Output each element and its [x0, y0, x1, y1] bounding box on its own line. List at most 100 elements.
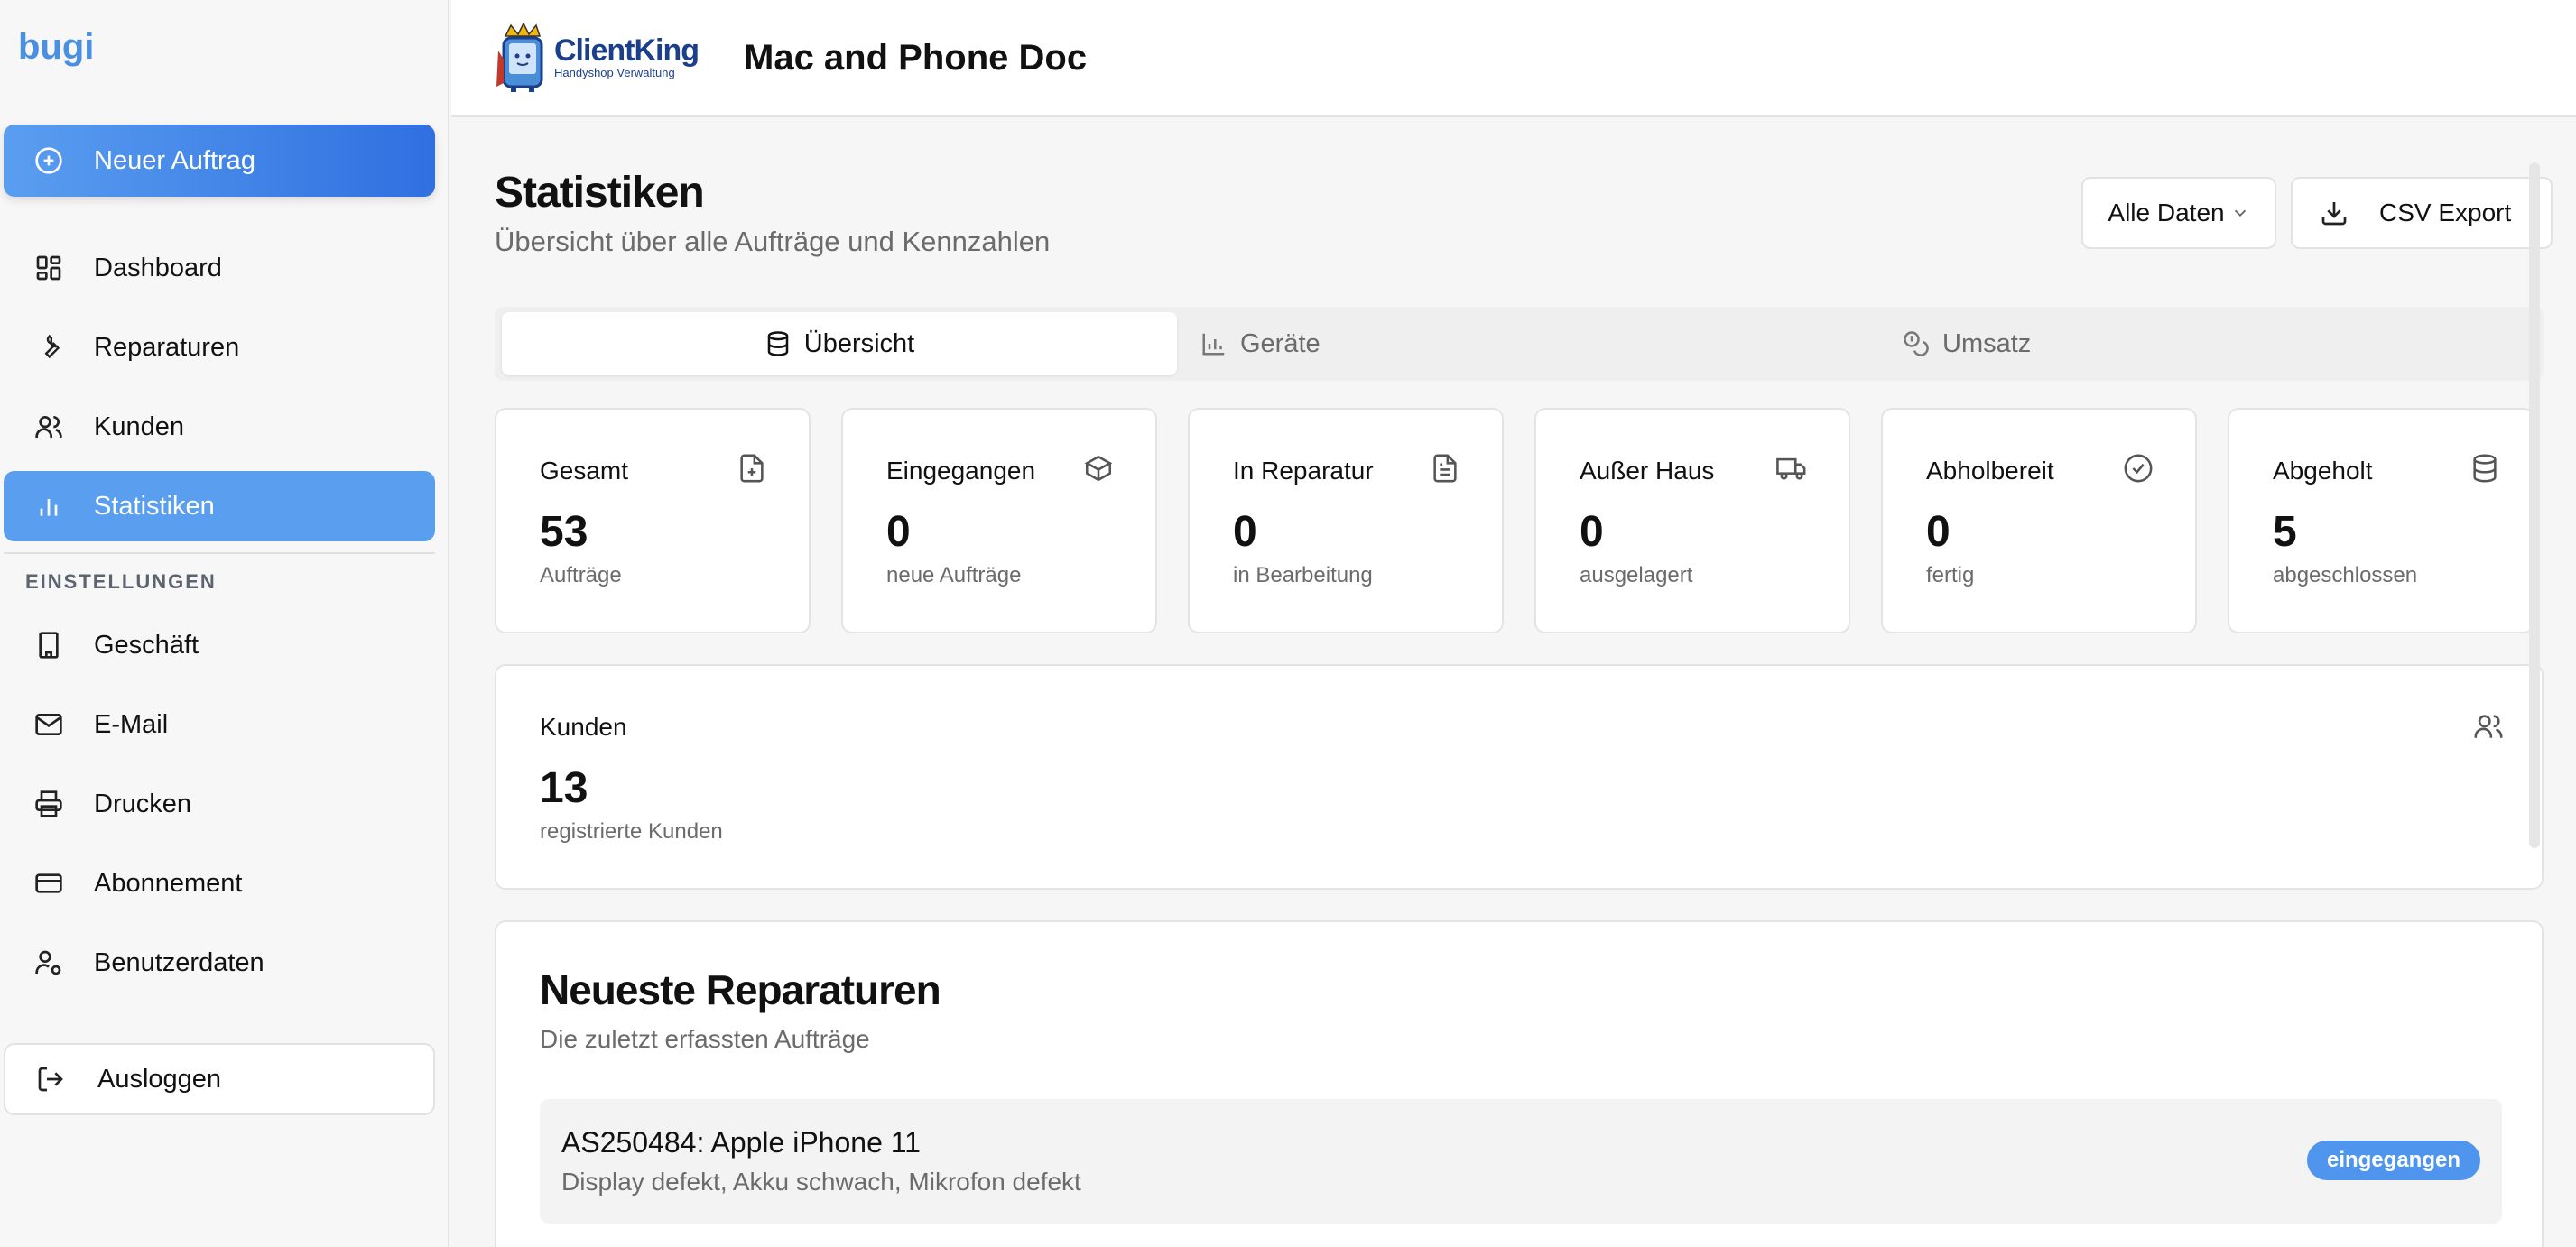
status-badge: eingegangen — [2306, 1141, 2480, 1180]
tab-geraete[interactable]: Geräte — [1181, 312, 1361, 375]
tab-umsatz[interactable]: Umsatz — [1876, 312, 2110, 375]
check-circle-icon — [2123, 453, 2154, 484]
repair-title: AS250484: Apple iPhone 11 — [561, 1126, 921, 1159]
package-icon — [1083, 453, 1114, 484]
stat-card-gesamt: Gesamt 53 Aufträge — [495, 408, 811, 633]
sidebar-item-statistiken[interactable]: Statistiken — [4, 471, 435, 541]
stat-value: 0 — [1580, 508, 1604, 556]
chart-icon — [1200, 330, 1228, 357]
tab-label: Übersicht — [803, 328, 915, 358]
tab-label: Umsatz — [1942, 328, 2032, 358]
top-header: ClientKing Handyshop Verwaltung Mac and … — [451, 0, 2576, 117]
sidebar-item-label: E-Mail — [94, 709, 169, 739]
building-icon — [34, 631, 63, 660]
logout-icon — [36, 1065, 65, 1094]
repair-list-item[interactable]: AS250484: Apple iPhone 11 Display defekt… — [540, 1099, 2502, 1224]
stats-tabs: Übersicht Geräte Umsatz — [495, 307, 2544, 381]
stat-card-eingegangen: Eingegangen 0 neue Aufträge — [841, 408, 1157, 633]
stat-sub: Aufträge — [540, 563, 622, 587]
stat-title: Abholbereit — [1926, 457, 2054, 485]
king-mascot-icon — [496, 23, 543, 92]
stat-sub: fertig — [1926, 563, 1975, 587]
sidebar-item-dashboard[interactable]: Dashboard — [4, 233, 435, 303]
printer-icon — [34, 790, 63, 818]
customers-title: Kunden — [540, 713, 627, 741]
stat-card-abholbereit: Abholbereit 0 fertig — [1881, 408, 2197, 633]
users-icon — [2473, 711, 2504, 742]
mail-icon — [34, 710, 63, 739]
download-icon — [2320, 199, 2349, 227]
stat-sub: in Bearbeitung — [1233, 563, 1373, 587]
customers-sub: registrierte Kunden — [540, 819, 723, 844]
sidebar-item-kunden[interactable]: Kunden — [4, 392, 435, 462]
sidebar-item-label: Abonnement — [94, 868, 243, 898]
wrench-icon — [34, 333, 63, 362]
bar-chart-icon — [34, 492, 63, 521]
users-icon — [34, 412, 63, 441]
sidebar-item-email[interactable]: E-Mail — [4, 689, 435, 760]
credit-card-icon — [34, 869, 63, 898]
file-text-icon — [1430, 453, 1460, 484]
page-title: Statistiken — [495, 169, 705, 217]
sidebar-item-drucken[interactable]: Drucken — [4, 769, 435, 839]
stat-title: Abgeholt — [2273, 457, 2373, 485]
stat-title: Außer Haus — [1580, 457, 1715, 485]
sidebar-item-label: Reparaturen — [94, 332, 240, 362]
shop-name: Mac and Phone Doc — [744, 37, 1088, 78]
stat-title: Gesamt — [540, 457, 629, 485]
settings-section-label: EINSTELLUNGEN — [25, 570, 217, 593]
tab-label: Geräte — [1240, 328, 1320, 358]
stat-sub: ausgelagert — [1580, 563, 1693, 587]
sidebar-item-geschaeft[interactable]: Geschäft — [4, 610, 435, 680]
clientking-logo[interactable]: ClientKing Handyshop Verwaltung — [495, 22, 700, 94]
chevron-down-icon — [2230, 203, 2250, 223]
sidebar-divider — [4, 552, 435, 554]
user-cog-icon — [34, 948, 63, 977]
sidebar-item-abonnement[interactable]: Abonnement — [4, 848, 435, 919]
logo-subtitle: Handyshop Verwaltung — [554, 66, 675, 79]
sidebar-item-label: Geschäft — [94, 630, 199, 660]
sidebar-item-label: Drucken — [94, 789, 191, 818]
dashboard-icon — [34, 254, 63, 282]
stat-value: 53 — [540, 508, 588, 556]
logo-title: ClientKing — [554, 33, 700, 68]
csv-export-label: CSV Export — [2379, 199, 2512, 226]
sidebar-item-label: Kunden — [94, 411, 184, 441]
recent-repairs-card: Neueste Reparaturen Die zuletzt erfasste… — [495, 920, 2544, 1247]
date-filter-dropdown[interactable]: Alle Daten — [2081, 177, 2276, 249]
recent-repairs-subtitle: Die zuletzt erfassten Aufträge — [540, 1025, 870, 1053]
brand-logo[interactable]: bugi — [18, 27, 94, 68]
plus-circle-icon — [34, 146, 63, 175]
stat-title: In Reparatur — [1233, 457, 1374, 485]
customers-card: Kunden 13 registrierte Kunden — [495, 664, 2544, 890]
scrollbar[interactable] — [2529, 162, 2540, 848]
customers-value: 13 — [540, 764, 588, 812]
recent-repairs-title: Neueste Reparaturen — [540, 966, 941, 1013]
file-plus-icon — [737, 453, 767, 484]
logout-button[interactable]: Ausloggen — [4, 1043, 435, 1115]
tab-uebersicht[interactable]: Übersicht — [502, 312, 1177, 375]
stat-sub: abgeschlossen — [2273, 563, 2418, 587]
stat-title: Eingegangen — [886, 457, 1036, 485]
stat-value: 0 — [1926, 508, 1951, 556]
logout-label: Ausloggen — [97, 1064, 222, 1094]
new-order-button[interactable]: Neuer Auftrag — [4, 125, 435, 197]
stat-card-in-reparatur: In Reparatur 0 in Bearbeitung — [1188, 408, 1504, 633]
truck-icon — [1776, 453, 1807, 484]
stat-card-ausser-haus: Außer Haus 0 ausgelagert — [1534, 408, 1850, 633]
new-order-label: Neuer Auftrag — [94, 145, 255, 175]
date-filter-label: Alle Daten — [2108, 199, 2225, 226]
sidebar-item-label: Statistiken — [94, 491, 215, 521]
sidebar-item-benutzerdaten[interactable]: Benutzerdaten — [4, 928, 435, 998]
stat-value: 5 — [2273, 508, 2297, 556]
sidebar-item-label: Benutzerdaten — [94, 947, 264, 977]
database-icon — [764, 330, 792, 357]
repair-description: Display defekt, Akku schwach, Mikrofon d… — [561, 1168, 1081, 1196]
csv-export-button[interactable]: CSV Export — [2291, 177, 2553, 249]
page-subtitle: Übersicht über alle Aufträge und Kennzah… — [495, 226, 1051, 257]
coins-icon — [1903, 330, 1930, 357]
main-content: Statistiken Übersicht über alle Aufträge… — [451, 119, 2576, 1247]
database-icon — [2469, 453, 2500, 484]
stat-value: 0 — [886, 508, 911, 556]
sidebar-item-reparaturen[interactable]: Reparaturen — [4, 312, 435, 383]
